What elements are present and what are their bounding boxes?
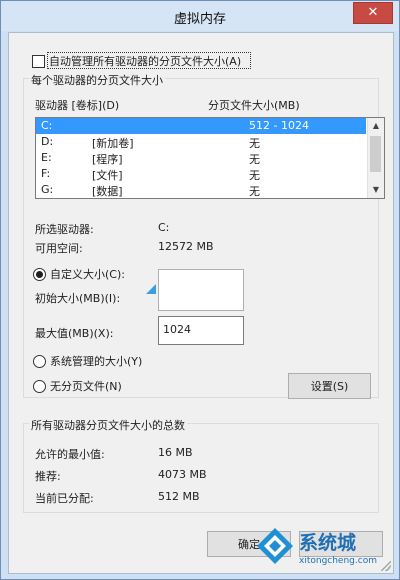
max-size-label: 最大值(MB)(X): (35, 327, 114, 340)
auto-manage-label[interactable]: 自动管理所有驱动器的分页文件大小(A) (49, 53, 241, 69)
drive-size: 无 (249, 137, 260, 150)
recommended-value: 4073 MB (158, 468, 207, 481)
min-allowed-value: 16 MB (158, 446, 193, 459)
initial-size-input[interactable] (158, 269, 244, 311)
close-icon: ✕ (367, 5, 379, 20)
set-button[interactable]: 设置(S) (288, 373, 371, 399)
title-bar: 虚拟内存 ✕ (1, 1, 399, 31)
free-space-label: 可用空间: (35, 242, 83, 255)
totals-group-title: 所有驱动器分页文件大小的总数 (29, 417, 187, 433)
drive-label: [新加卷] (92, 137, 134, 150)
drive-label: [程序] (92, 153, 123, 166)
custom-size-radio[interactable] (33, 268, 46, 281)
system-managed-label[interactable]: 系统管理的大小(Y) (50, 353, 142, 369)
scroll-up-icon[interactable]: ▲ (368, 118, 384, 134)
drive-label: [数据] (92, 185, 123, 198)
dialog-title: 虚拟内存 (173, 12, 226, 27)
drive-row-f[interactable]: F: [文件] 无 (36, 166, 366, 182)
watermark-url: xitongcheng.com (299, 556, 377, 566)
watermark-logo-icon (257, 528, 293, 564)
column-header-size: 分页文件大小(MB) (208, 99, 300, 112)
drive-letter: F: (41, 167, 51, 180)
current-allocated-value: 512 MB (158, 490, 200, 503)
recommended-label: 推荐: (35, 470, 61, 483)
free-space-value: 12572 MB (158, 240, 214, 253)
selected-drive-value: C: (158, 221, 170, 234)
drive-row-g[interactable]: G: [数据] 无 (36, 182, 366, 198)
drive-size: 512 - 1024 (249, 119, 309, 132)
drive-letter: G: (41, 183, 54, 196)
current-allocated-label: 当前已分配: (35, 492, 94, 505)
watermark: 系统城 xitongcheng.com (249, 520, 393, 575)
max-size-value: 1024 (163, 323, 191, 336)
set-button-label: 设置(S) (310, 380, 349, 393)
drive-row-d[interactable]: D: [新加卷] 无 (36, 134, 366, 150)
watermark-brand: 系统城 (299, 532, 357, 554)
drive-label: [文件] (92, 169, 123, 182)
scroll-thumb[interactable] (370, 136, 381, 172)
drive-row-e[interactable]: E: [程序] 无 (36, 150, 366, 166)
auto-manage-checkbox[interactable] (32, 55, 45, 68)
drive-size: 无 (249, 153, 260, 166)
column-header-drive: 驱动器 [卷标](D) (35, 99, 120, 112)
drive-size: 无 (249, 185, 260, 198)
no-paging-file-label[interactable]: 无分页文件(N) (50, 378, 122, 394)
selected-drive-label: 所选驱动器: (35, 223, 94, 236)
drive-row-c[interactable]: C: 512 - 1024 (36, 118, 366, 134)
drive-list[interactable]: C: 512 - 1024 D: [新加卷] 无 E: [程序] 无 F: [文… (35, 117, 385, 199)
drive-letter: E: (41, 151, 52, 164)
no-paging-file-radio[interactable] (33, 380, 46, 393)
dialog-body: 自动管理所有驱动器的分页文件大小(A) 每个驱动器的分页文件大小 驱动器 [卷标… (8, 32, 394, 574)
drive-list-scrollbar[interactable]: ▲ ▼ (367, 118, 384, 198)
drive-letter: C: (41, 119, 53, 132)
resize-grip[interactable] (381, 561, 391, 571)
initial-size-label: 初始大小(MB)(I): (35, 292, 121, 305)
field-corner-marker (146, 284, 156, 294)
max-size-input[interactable]: 1024 (158, 316, 244, 345)
drive-letter: D: (41, 135, 54, 148)
drive-size: 无 (249, 169, 260, 182)
custom-size-label[interactable]: 自定义大小(C): (50, 266, 125, 282)
close-button[interactable]: ✕ (353, 2, 393, 24)
system-managed-radio[interactable] (33, 355, 46, 368)
scroll-down-icon[interactable]: ▼ (368, 182, 384, 198)
per-drive-group-title: 每个驱动器的分页文件大小 (29, 72, 165, 88)
virtual-memory-dialog: 虚拟内存 ✕ 自动管理所有驱动器的分页文件大小(A) 每个驱动器的分页文件大小 … (0, 0, 400, 580)
min-allowed-label: 允许的最小值: (35, 448, 105, 461)
